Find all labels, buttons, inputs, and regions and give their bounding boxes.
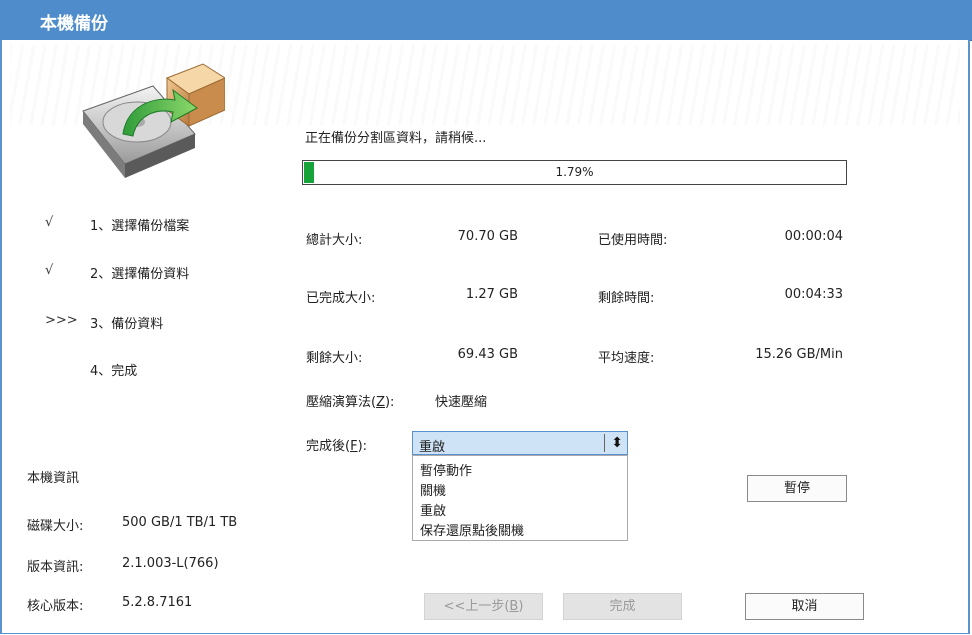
finish-button[interactable]: 完成 — [563, 593, 682, 620]
total-size-value: 70.70 GB — [457, 229, 518, 244]
remaining-size-label: 剩餘大小: — [306, 351, 363, 366]
updown-arrow-icon[interactable]: ⬍ — [611, 433, 623, 453]
completed-size-value: 1.27 GB — [465, 287, 518, 302]
pause-button[interactable]: 暫停 — [747, 475, 847, 502]
completed-size-label: 已完成大小: — [306, 291, 376, 306]
elapsed-time-label: 已使用時間: — [598, 233, 668, 248]
backup-progress-bar: 1.79% — [302, 160, 847, 185]
step-done-mark: √ — [45, 215, 54, 230]
total-size-label: 總計大小: — [306, 233, 363, 248]
cancel-button[interactable]: 取消 — [745, 593, 864, 620]
after-complete-select[interactable]: 重啟 ⬍ — [412, 431, 628, 455]
step-label: 2、選擇備份資料 — [90, 267, 190, 282]
option-pause-action[interactable]: 暫停動作 — [420, 460, 472, 479]
disk-size-label: 磁碟大小: — [27, 519, 84, 534]
step-label: 4、完成 — [90, 364, 138, 379]
after-complete-label: 完成後(F): — [306, 439, 368, 454]
step-label: 3、備份資料 — [90, 317, 164, 332]
title-bar: 本機備份 — [0, 0, 972, 41]
kernel-version-label: 核心版本: — [27, 599, 84, 614]
average-speed-label: 平均速度: — [598, 351, 655, 366]
window-title: 本機備份 — [40, 14, 108, 34]
option-shutdown[interactable]: 關機 — [420, 480, 446, 499]
kernel-version-value: 5.2.8.7161 — [122, 595, 193, 610]
selected-value: 重啟 — [419, 440, 446, 455]
previous-button[interactable]: <<上一步(B) — [424, 593, 543, 620]
compression-value: 快速壓縮 — [435, 395, 488, 410]
version-label: 版本資訊: — [27, 560, 84, 575]
average-speed-value: 15.26 GB/Min — [755, 347, 843, 362]
remaining-time-value: 00:04:33 — [784, 287, 843, 302]
machine-info-heading: 本機資訊 — [27, 471, 80, 486]
step-current-mark: >>> — [45, 313, 78, 328]
backup-drive-icon — [82, 63, 225, 178]
select-divider — [604, 434, 605, 452]
compression-label: 壓縮演算法(Z): — [306, 395, 395, 410]
version-value: 2.1.003-L(766) — [122, 556, 219, 571]
after-complete-dropdown: 暫停動作 關機 重啟 保存還原點後關機 — [412, 455, 628, 541]
status-text: 正在備份分割區資料，請稍候... — [305, 131, 487, 146]
progress-percent: 1.79% — [555, 165, 594, 179]
step-label: 1、選擇備份檔案 — [90, 219, 190, 234]
elapsed-time-value: 00:00:04 — [784, 229, 843, 244]
remaining-time-label: 剩餘時間: — [598, 291, 655, 306]
option-restart[interactable]: 重啟 — [420, 500, 446, 519]
option-save-restore-point-shutdown[interactable]: 保存還原點後關機 — [420, 520, 524, 539]
step-done-mark: √ — [45, 263, 54, 278]
disk-size-value: 500 GB/1 TB/1 TB — [122, 515, 238, 530]
remaining-size-value: 69.43 GB — [457, 347, 518, 362]
